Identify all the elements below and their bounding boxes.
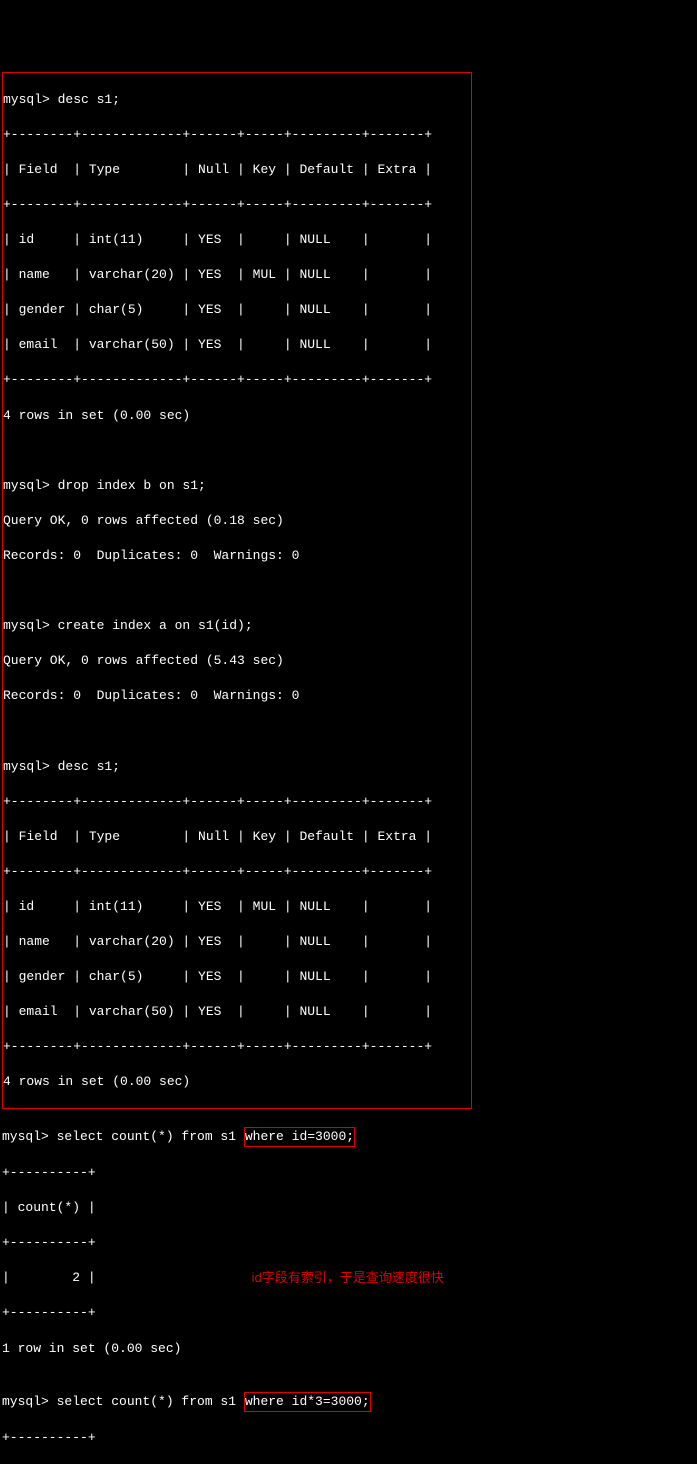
term-line: mysql> desc s1; <box>3 758 471 776</box>
term-line: | count(*) | <box>2 1199 697 1217</box>
term-line: +--------+-------------+------+-----+---… <box>3 1038 471 1056</box>
term-line: +--------+-------------+------+-----+---… <box>3 126 471 144</box>
term-line: 4 rows in set (0.00 sec) <box>3 1073 471 1091</box>
term-line: | name | varchar(20) | YES | MUL | NULL … <box>3 266 471 284</box>
term-line <box>3 722 471 740</box>
term-line: | Field | Type | Null | Key | Default | … <box>3 161 471 179</box>
term-line: +--------+-------------+------+-----+---… <box>3 371 471 389</box>
term-line: | name | varchar(20) | YES | | NULL | | <box>3 933 471 951</box>
term-line: +----------+ <box>2 1164 697 1182</box>
term-line: Query OK, 0 rows affected (0.18 sec) <box>3 512 471 530</box>
term-line: +--------+-------------+------+-----+---… <box>3 196 471 214</box>
annotation-fast-query: id字段有索引，于是查询速度很快 <box>252 1269 444 1287</box>
term-line <box>3 582 471 600</box>
term-line: Records: 0 Duplicates: 0 Warnings: 0 <box>3 547 471 565</box>
term-line: +--------+-------------+------+-----+---… <box>3 793 471 811</box>
term-line: mysql> desc s1; <box>3 91 471 109</box>
term-line: | id | int(11) | YES | MUL | NULL | | <box>3 898 471 916</box>
term-line: | email | varchar(50) | YES | | NULL | | <box>3 1003 471 1021</box>
query-slow: mysql> select count(*) from s1 where id*… <box>2 1392 697 1412</box>
term-line: +--------+-------------+------+-----+---… <box>3 863 471 881</box>
term-line: +----------+ <box>2 1429 697 1447</box>
result-row-with-annotation: | 2 | id字段有索引，于是查询速度很快 <box>2 1269 697 1287</box>
term-line: mysql> drop index b on s1; <box>3 477 471 495</box>
term-line: | gender | char(5) | YES | | NULL | | <box>3 968 471 986</box>
where-clause-fast: where id=3000; <box>244 1127 355 1147</box>
term-line: 4 rows in set (0.00 sec) <box>3 407 471 425</box>
term-line <box>3 442 471 460</box>
term-line: 1 row in set (0.00 sec) <box>2 1340 697 1358</box>
term-line: Records: 0 Duplicates: 0 Warnings: 0 <box>3 687 471 705</box>
query-prefix: mysql> select count(*) from s1 <box>2 1129 244 1144</box>
term-line: Query OK, 0 rows affected (5.43 sec) <box>3 652 471 670</box>
term-line: | email | varchar(50) | YES | | NULL | | <box>3 336 471 354</box>
term-line: | id | int(11) | YES | | NULL | | <box>3 231 471 249</box>
term-line: | gender | char(5) | YES | | NULL | | <box>3 301 471 319</box>
term-line: +----------+ <box>2 1304 697 1322</box>
query-fast: mysql> select count(*) from s1 where id=… <box>2 1127 697 1147</box>
section-desc-and-index-ops: mysql> desc s1; +--------+-------------+… <box>2 72 472 1109</box>
term-line: | Field | Type | Null | Key | Default | … <box>3 828 471 846</box>
query-prefix: mysql> select count(*) from s1 <box>2 1394 244 1409</box>
term-line: mysql> create index a on s1(id); <box>3 617 471 635</box>
term-line: +----------+ <box>2 1234 697 1252</box>
where-clause-slow: where id*3=3000; <box>244 1392 371 1412</box>
result-value: | 2 | <box>2 1269 96 1287</box>
